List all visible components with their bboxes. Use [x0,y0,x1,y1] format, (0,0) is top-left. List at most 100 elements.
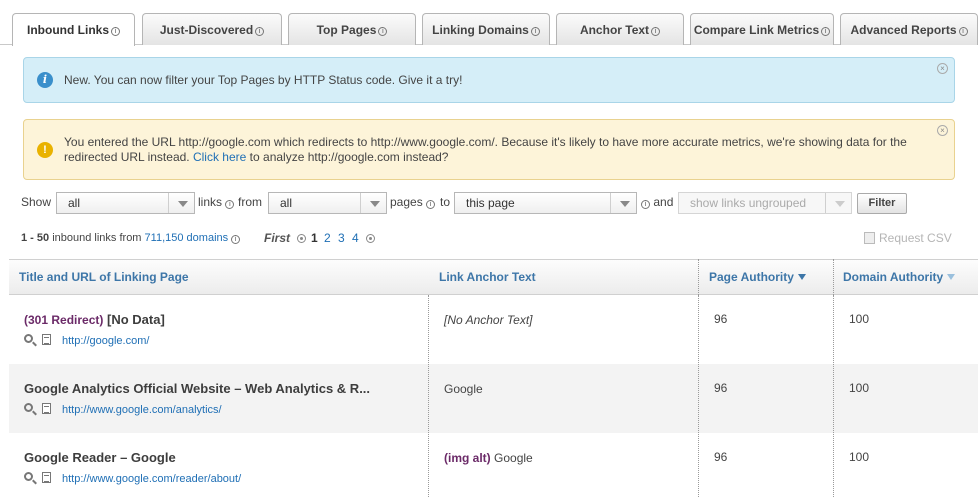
domains-link[interactable]: 711,150 domains [145,232,229,244]
anchor-text: (img alt) Google [444,451,533,465]
help-icon[interactable]: i [231,235,241,244]
domain-authority-value: 100 [849,450,870,464]
help-icon[interactable]: i [426,200,436,209]
page-link[interactable]: 2 [324,231,331,245]
help-icon[interactable]: i [821,27,831,36]
results-summary: 1 - 50 inbound links from 711,150 domain… [21,232,241,244]
tab-top-pages[interactable]: Top Pages i [288,13,416,45]
csv-icon [864,232,875,244]
show-select-value: all [68,196,81,210]
from-select-value: all [280,196,293,210]
chevron-down-icon [360,193,386,213]
info-icon: i [37,72,53,88]
link-url[interactable]: http://www.google.com/analytics/ [62,404,222,416]
magnifier-icon[interactable] [24,334,33,343]
magnifier-icon[interactable] [24,403,33,412]
row-tools [24,472,54,484]
header-divider [833,259,834,295]
tab-compare-link-metrics[interactable]: Compare Link Metrics i [690,13,834,45]
row-tools [24,334,54,346]
help-icon[interactable]: i [958,27,968,36]
request-csv-button[interactable]: Request CSV [864,231,952,245]
prev-page-icon[interactable] [297,234,306,243]
links-label-text: links [198,195,223,209]
link-url[interactable]: http://google.com/ [62,335,149,347]
tab-label: Top Pages [316,23,377,37]
info-alert: i New. You can now filter your Top Pages… [23,57,955,103]
col-header-anchor[interactable]: Link Anchor Text [439,270,536,284]
close-icon[interactable]: × [937,125,948,136]
page-authority-value: 96 [714,450,728,464]
help-icon[interactable]: i [651,27,661,36]
next-page-icon[interactable] [366,234,375,243]
help-icon[interactable]: i [111,27,120,36]
anchor-text-value: Google [494,451,533,465]
results-text: inbound links from [52,232,142,244]
help-icon[interactable]: i [641,200,650,209]
tab-label: Compare Link Metrics [693,23,820,37]
col-header-page-authority[interactable]: Page Authority [709,270,806,284]
link-title: (301 Redirect) [No Data] [24,312,165,327]
document-icon[interactable] [42,334,51,345]
first-page-link[interactable]: First [264,231,290,245]
pages-label-text: pages [390,195,423,209]
results-range: 1 - 50 [21,232,50,244]
grouping-select-value: show links ungrouped [690,196,807,210]
col-header-page-authority-label: Page Authority [709,270,794,284]
img-alt-badge: (img alt) [444,451,491,465]
help-icon[interactable]: i [378,27,388,36]
to-select[interactable]: this page [454,192,637,214]
col-header-title-url[interactable]: Title and URL of Linking Page [19,270,189,284]
header-divider [698,259,699,295]
tab-label: Advanced Reports [850,23,957,37]
link-title-text: Google Reader – Google [24,450,176,465]
column-divider [833,295,834,497]
link-title-text: Google Analytics Official Website – Web … [24,381,371,396]
request-csv-label: Request CSV [879,231,952,245]
page-link[interactable]: 4 [352,231,359,245]
tab-just-discovered[interactable]: Just-Discovered i [142,13,282,45]
help-icon[interactable]: i [225,200,235,209]
tab-label: Anchor Text [579,23,650,37]
tab-inbound-links[interactable]: Inbound Links i [12,13,135,46]
help-icon[interactable]: i [255,27,265,36]
tab-advanced-reports[interactable]: Advanced Reports i [840,13,978,45]
domain-authority-value: 100 [849,312,870,326]
page-link[interactable]: 3 [338,231,345,245]
and-label: i and [641,195,673,209]
filter-row: Show all links i from all pages i to thi… [0,190,978,216]
and-label-text: and [653,195,674,209]
show-label: Show [21,195,52,209]
col-header-domain-authority-label: Domain Authority [843,270,944,284]
magnifier-icon[interactable] [24,472,33,481]
from-select[interactable]: all [268,192,387,214]
pages-label: pages i [390,195,436,209]
warning-alert-message: You entered the URL http://google.com wh… [64,135,924,165]
document-icon[interactable] [42,472,51,483]
link-title-text: [No Data] [107,312,165,327]
info-alert-message: New. You can now filter your Top Pages b… [64,73,463,87]
row-tools [24,403,54,415]
tab-bar: Inbound Links i Just-Discovered i Top Page… [0,0,978,46]
warning-text: You entered the URL http://google.com wh… [64,135,907,164]
tab-linking-domains[interactable]: Linking Domains i [422,13,550,45]
grouping-select[interactable]: show links ungrouped [678,192,852,214]
tab-anchor-text[interactable]: Anchor Text i [556,13,684,45]
document-icon[interactable] [42,403,51,414]
chevron-down-icon [825,193,851,213]
chevron-down-icon [168,193,194,213]
page-authority-value: 96 [714,381,728,395]
col-header-domain-authority[interactable]: Domain Authority [843,270,956,284]
link-url[interactable]: http://www.google.com/reader/about/ [62,473,241,485]
sort-desc-icon [947,274,956,280]
help-icon[interactable]: i [530,27,540,36]
show-select[interactable]: all [56,192,195,214]
anchor-text: [No Anchor Text] [444,313,533,327]
filter-button[interactable]: Filter [857,193,907,214]
redirect-badge: (301 Redirect) [24,313,104,327]
close-icon[interactable]: × [937,63,948,74]
column-divider [428,295,429,497]
current-page: 1 [311,231,318,245]
link-title: Google Analytics Official Website – Web … [24,381,370,396]
analyze-original-link[interactable]: Click here [193,150,246,164]
